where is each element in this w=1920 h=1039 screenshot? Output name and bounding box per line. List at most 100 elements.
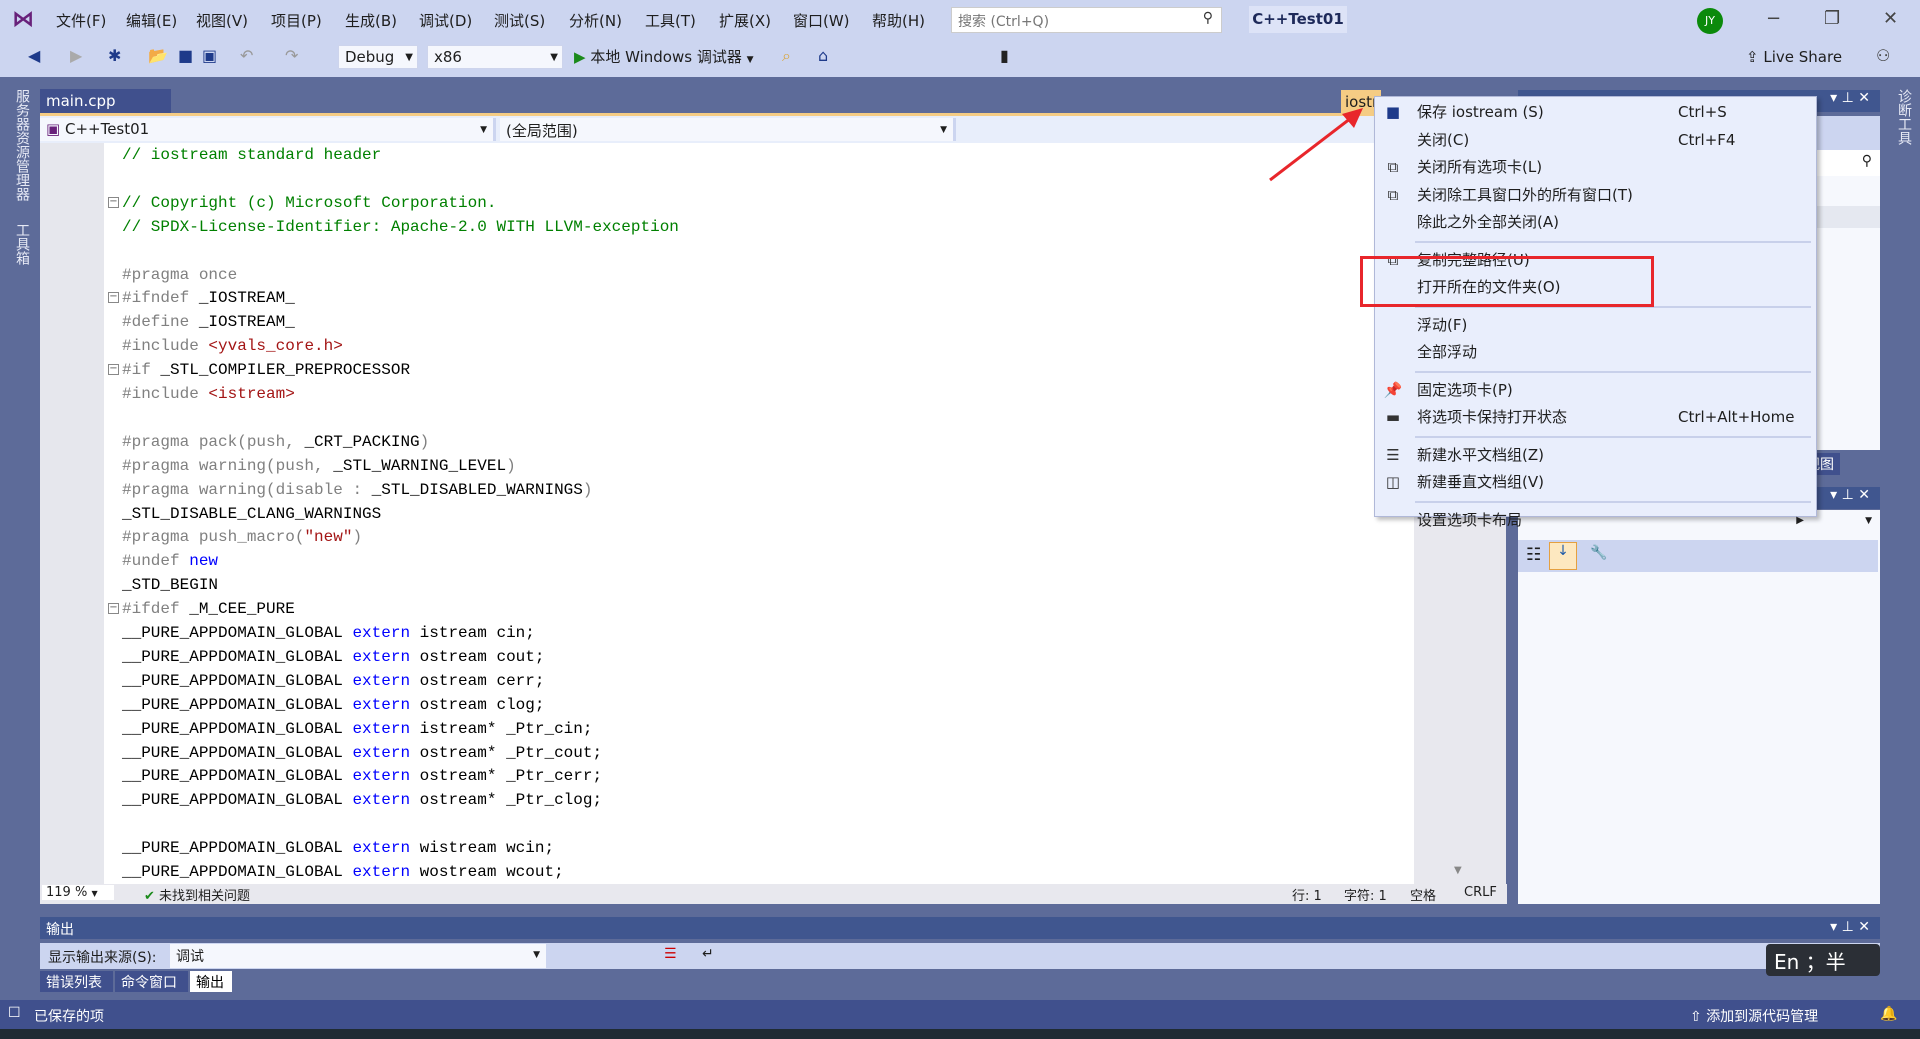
issues-indicator[interactable]: ✔ 未找到相关问题 <box>144 885 250 904</box>
undo-icon[interactable]: ↶ <box>240 46 253 65</box>
live-share-button[interactable]: ⇪ Live Share <box>1746 48 1842 66</box>
menu-5[interactable]: 调试(D) <box>419 10 472 31</box>
source-control-button[interactable]: ⇧ 添加到源代码管理 <box>1690 1006 1818 1026</box>
diagnostic-tools-tab[interactable]: 诊断工具 <box>1894 89 1914 145</box>
menu-2[interactable]: 视图(V) <box>196 10 248 31</box>
play-icon: ▶ <box>574 48 586 66</box>
context-menu-item[interactable]: ■ 保存 iostream (S) Ctrl+S <box>1375 99 1816 126</box>
zoom-select[interactable]: 119 % ▼ <box>42 885 114 900</box>
menu-10[interactable]: 窗口(W) <box>793 10 850 31</box>
panel-controls-icon[interactable]: ▾ ⊥ ✕ <box>1830 90 1870 106</box>
output-source-select[interactable]: 调试 ▼ <box>170 944 546 968</box>
chevron-down-icon: ▼ <box>480 125 487 135</box>
menu-0[interactable]: 文件(F) <box>56 10 106 31</box>
open-file-icon[interactable]: 📂 <box>148 46 168 65</box>
code-line: #pragma warning(disable : _STL_DISABLED_… <box>122 478 592 502</box>
menu-3[interactable]: 项目(P) <box>271 10 322 31</box>
minimize-icon[interactable]: − <box>1766 8 1781 29</box>
code-token-kw: extern <box>352 839 411 858</box>
char-indicator[interactable]: 字符: 1 <box>1344 885 1387 904</box>
code-token-kw: extern <box>352 624 411 642</box>
project-select[interactable]: ▣ C++Test01 ▼ <box>40 118 496 141</box>
fold-toggle-icon[interactable]: − <box>108 196 119 208</box>
eol-indicator[interactable]: CRLF <box>1464 885 1497 900</box>
code-line: #include <istream> <box>122 382 295 406</box>
menu-9[interactable]: 扩展(X) <box>719 10 771 31</box>
code-line: #if _STL_COMPILER_PREPROCESSOR <box>122 358 410 382</box>
menu-1[interactable]: 编辑(E) <box>126 10 177 31</box>
fold-toggle-icon[interactable]: − <box>108 364 119 376</box>
line-indicator[interactable]: 行: 1 <box>1292 885 1322 904</box>
bookmark-icon[interactable]: ▮ <box>1000 46 1009 65</box>
code-token-txt: ostream cerr; <box>410 671 545 690</box>
context-menu-item[interactable]: ▬ 将选项卡保持打开状态 Ctrl+Alt+Home <box>1375 404 1816 431</box>
code-token-pre: ) <box>352 528 363 547</box>
chevron-down-icon: ▼ <box>940 125 947 135</box>
categorized-icon[interactable]: ☷ <box>1526 545 1541 565</box>
menu-7[interactable]: 分析(N) <box>569 10 622 31</box>
context-menu-item[interactable]: ⧉ 关闭所有选项卡(L) <box>1375 154 1816 181</box>
bottom-tab-0[interactable]: 错误列表 <box>40 971 113 992</box>
menu-8[interactable]: 工具(T) <box>645 10 696 31</box>
home-icon[interactable]: ⌂ <box>818 46 828 65</box>
fold-toggle-icon[interactable]: − <box>108 292 119 304</box>
context-menu-item[interactable]: 浮动(F) <box>1375 312 1816 339</box>
spaces-indicator[interactable]: 空格 <box>1410 885 1436 904</box>
configuration-select[interactable]: Debug ▼ <box>338 45 418 69</box>
close-icon[interactable]: ✕ <box>1883 8 1898 29</box>
bottom-tab-1[interactable]: 命令窗口 <box>115 971 188 992</box>
panel-controls-icon[interactable]: ▾ ⊥ ✕ <box>1830 487 1870 503</box>
start-debugging-button[interactable]: ▶ 本地 Windows 调试器 ▼ <box>574 46 754 67</box>
code-token-kw: extern <box>352 719 411 738</box>
vertical-group-icon: ◫ <box>1385 473 1401 491</box>
context-menu-item[interactable]: ⧉ 关闭除工具窗口外的所有窗口(T) <box>1375 182 1816 209</box>
chevron-down-icon[interactable]: ▼ <box>1865 516 1872 526</box>
ime-indicator[interactable]: En ；半 <box>1766 944 1880 976</box>
fold-toggle-icon[interactable]: − <box>108 603 119 615</box>
menu-separator <box>1415 370 1811 373</box>
context-menu-item[interactable]: 📌 固定选项卡(P) <box>1375 377 1816 404</box>
scope-select[interactable]: (全局范围) ▼ <box>500 118 956 141</box>
context-menu-item[interactable]: ☰ 新建水平文档组(Z) <box>1375 442 1816 469</box>
platform-select[interactable]: x86 ▼ <box>427 45 563 69</box>
new-project-icon[interactable]: ✱ <box>108 46 121 65</box>
output-panel-header: 输出 ▾ ⊥ ✕ <box>40 917 1880 939</box>
find-in-files-icon[interactable]: ⌕ <box>782 46 791 66</box>
search-input[interactable]: 搜索 (Ctrl+Q) ⚲ <box>951 7 1222 33</box>
feedback-icon[interactable]: ⚇ <box>1876 46 1890 65</box>
scroll-down-icon[interactable]: ▼ <box>1454 865 1462 876</box>
code-line: // SPDX-License-Identifier: Apache-2.0 W… <box>122 215 679 239</box>
code-token-comment: // SPDX-License-Identifier: Apache-2.0 W… <box>122 217 679 236</box>
editor-gutter <box>40 143 104 884</box>
alphabetical-sort-icon[interactable]: ↓ <box>1549 542 1577 570</box>
save-all-icon[interactable]: ▣ <box>202 46 217 65</box>
wrench-icon[interactable]: 🔧 <box>1590 545 1607 561</box>
panel-controls-icon[interactable]: ▾ ⊥ ✕ <box>1830 919 1870 935</box>
server-explorer-tab[interactable]: 服务器资源管理器 <box>12 89 32 201</box>
menu-4[interactable]: 生成(B) <box>345 10 397 31</box>
code-line: #ifdef _M_CEE_PURE <box>122 597 295 621</box>
context-menu-item[interactable]: 除此之外全部关闭(A) <box>1375 209 1816 236</box>
restore-icon[interactable]: ❐ <box>1824 8 1840 29</box>
word-wrap-icon[interactable]: ↵ <box>702 946 714 962</box>
avatar[interactable]: JY <box>1697 8 1723 34</box>
code-token-pre: ) <box>582 480 593 499</box>
context-menu-item[interactable]: ◫ 新建垂直文档组(V) <box>1375 469 1816 496</box>
menu-6[interactable]: 测试(S) <box>494 10 545 31</box>
back-icon[interactable]: ◀ <box>28 46 40 65</box>
toolbox-tab[interactable]: 工具箱 <box>12 223 32 265</box>
code-editor[interactable]: // iostream standard header // Copyright … <box>40 143 1414 884</box>
notifications-icon[interactable]: 🔔 <box>1880 1006 1897 1022</box>
context-menu-item[interactable]: 关闭(C) Ctrl+F4 <box>1375 127 1816 154</box>
context-menu-item[interactable]: 设置选项卡布局 ▶ <box>1375 507 1816 534</box>
bottom-tab-2[interactable]: 输出 <box>190 971 232 992</box>
menu-separator <box>1415 500 1811 503</box>
menu-11[interactable]: 帮助(H) <box>872 10 925 31</box>
clear-all-icon[interactable]: ☰ <box>664 946 677 962</box>
code-line: #include <yvals_core.h> <box>122 334 343 358</box>
forward-icon[interactable]: ▶ <box>70 46 82 65</box>
save-icon[interactable]: ■ <box>178 46 193 65</box>
redo-icon[interactable]: ↷ <box>285 46 298 65</box>
tab-main-cpp[interactable]: main.cpp <box>40 89 171 113</box>
context-menu-item[interactable]: 全部浮动 <box>1375 339 1816 366</box>
